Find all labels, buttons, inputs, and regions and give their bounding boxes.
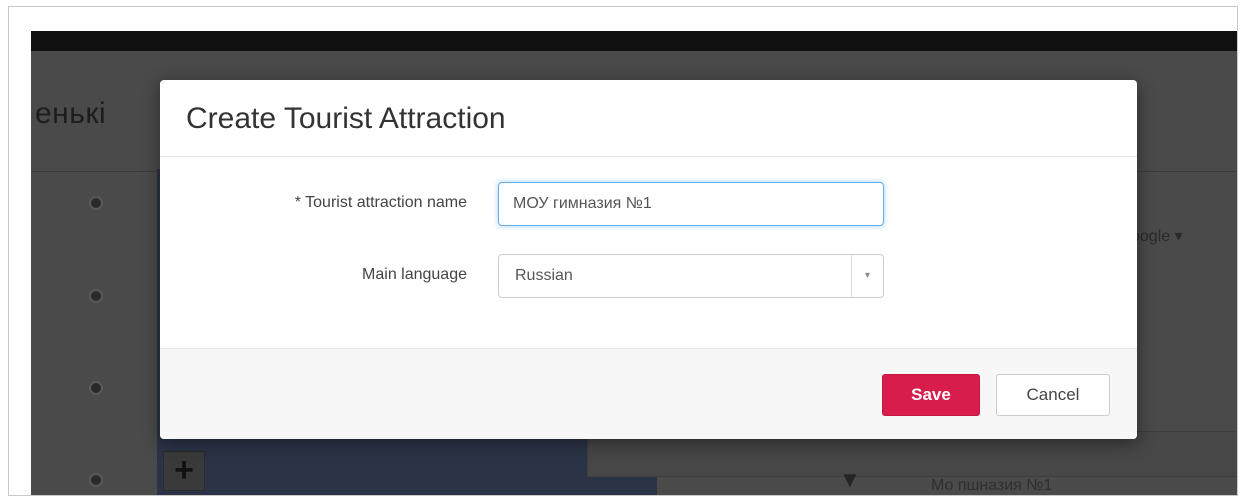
row-icon[interactable] (89, 196, 103, 210)
cancel-button[interactable]: Cancel (996, 374, 1110, 416)
attraction-name-input[interactable] (498, 182, 884, 226)
modal-title: Create Tourist Attraction (186, 102, 506, 135)
main-language-label: Main language (362, 266, 467, 283)
background-item-text: Мо пшназия №1 (931, 477, 1053, 494)
selected-language: Russian (515, 267, 573, 284)
main-language-select[interactable]: Russian ▾ (498, 254, 884, 298)
attraction-name-label: * Tourist attraction name (294, 194, 467, 211)
chevron-down-icon[interactable]: ▼ (839, 467, 861, 493)
row-icon[interactable] (89, 473, 103, 487)
row-icon[interactable] (89, 381, 103, 395)
screenshot-frame: енькі + oogle ▾ ▼ Мо пшназия №1 Create T… (8, 6, 1238, 496)
language-form-row: Main language Russian ▾ (160, 254, 1137, 298)
top-navbar (31, 31, 1237, 51)
page-title: енькі (35, 97, 107, 130)
add-button[interactable]: + (163, 451, 205, 491)
language-dropdown[interactable]: oogle ▾ (1131, 226, 1183, 246)
modal-header: Create Tourist Attraction (160, 80, 1137, 157)
create-attraction-modal: Create Tourist Attraction * Tourist attr… (160, 80, 1137, 439)
row-icon[interactable] (89, 289, 103, 303)
caret-down-icon: ▾ (1174, 228, 1183, 245)
save-button[interactable]: Save (882, 374, 980, 416)
name-form-row: * Tourist attraction name (160, 182, 1137, 226)
select-arrow-icon[interactable]: ▾ (851, 255, 883, 297)
modal-footer: Save Cancel (160, 348, 1137, 439)
